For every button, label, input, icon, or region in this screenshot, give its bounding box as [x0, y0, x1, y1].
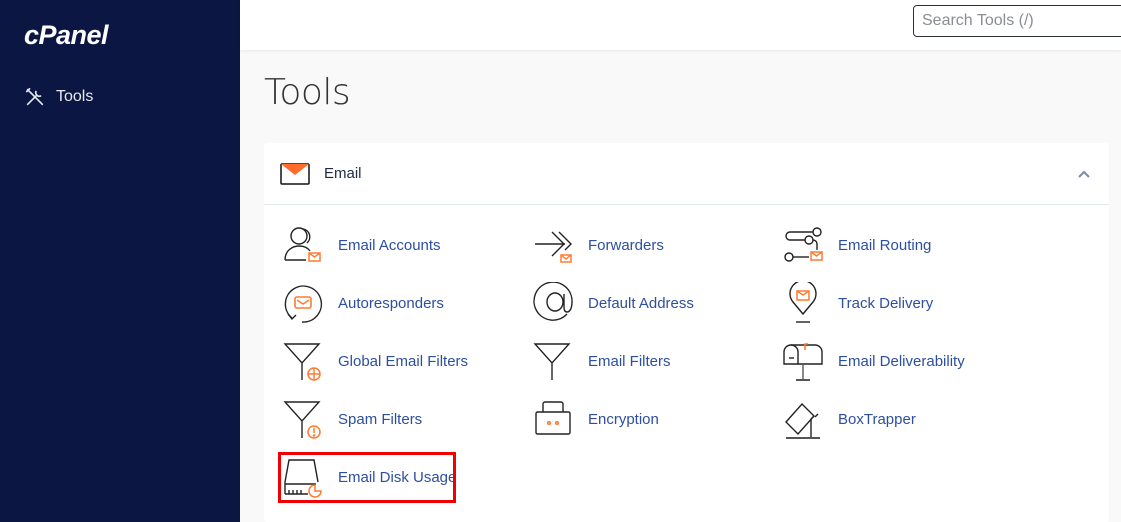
tool-label: Global Email Filters [338, 352, 469, 370]
tool-label: Forwarders [588, 236, 664, 254]
cpanel-logo[interactable]: cPanel [24, 20, 109, 51]
at-sign-icon [533, 282, 573, 321]
encryption-icon [535, 401, 571, 435]
tool-email-deliverability[interactable]: Email Deliverability [782, 340, 965, 382]
track-delivery-icon [789, 282, 817, 323]
global-filter-icon [283, 343, 321, 381]
tool-forwarders[interactable]: Forwarders [532, 224, 664, 266]
filter-icon [533, 343, 571, 380]
sidebar-item-tools[interactable]: Tools [24, 86, 93, 108]
spam-filter-icon [283, 401, 321, 439]
tool-track-delivery[interactable]: Track Delivery [782, 282, 933, 324]
tool-email-routing[interactable]: Email Routing [782, 224, 931, 266]
tool-label: Email Filters [588, 352, 671, 370]
tool-autoresponders[interactable]: Autoresponders [282, 282, 444, 324]
tool-label: Default Address [588, 294, 694, 312]
tool-label: Email Routing [838, 236, 932, 254]
search-tools-input[interactable] [913, 5, 1121, 37]
email-accounts-icon [284, 227, 321, 262]
tool-email-accounts[interactable]: Email Accounts [282, 224, 441, 266]
tool-boxtrapper[interactable]: BoxTrapper [782, 398, 916, 440]
tool-label: Autoresponders [338, 294, 444, 312]
boxtrapper-icon [785, 402, 820, 439]
disk-usage-icon [284, 459, 322, 498]
forwarders-icon [535, 231, 572, 263]
tool-global-email-filters[interactable]: Global Email Filters [282, 340, 468, 382]
envelope-icon [280, 162, 310, 185]
page-title: Tools [264, 72, 351, 113]
sidebar-item-label: Tools [56, 88, 94, 105]
tool-label: Track Delivery [838, 294, 934, 312]
tool-label: BoxTrapper [838, 410, 916, 428]
email-routing-icon [784, 227, 823, 262]
autoresponders-icon [284, 285, 323, 323]
mailbox-icon [783, 343, 823, 381]
section-title: Email [324, 165, 362, 182]
tool-email-disk-usage[interactable]: Email Disk Usage [282, 456, 456, 498]
chevron-up-icon[interactable] [1077, 167, 1091, 181]
tool-label: Spam Filters [338, 410, 423, 428]
tool-label: Email Deliverability [838, 352, 965, 370]
email-section-header[interactable]: Email [264, 143, 1109, 205]
tool-encryption[interactable]: Encryption [532, 398, 659, 440]
tool-label: Email Accounts [338, 236, 441, 254]
tool-email-filters[interactable]: Email Filters [532, 340, 671, 382]
sidebar: cPanel Tools [0, 0, 240, 522]
tool-label: Email Disk Usage [338, 468, 457, 486]
tool-default-address[interactable]: Default Address [532, 282, 694, 324]
tool-spam-filters[interactable]: Spam Filters [282, 398, 422, 440]
tool-label: Encryption [588, 410, 659, 428]
tools-icon [25, 87, 44, 106]
